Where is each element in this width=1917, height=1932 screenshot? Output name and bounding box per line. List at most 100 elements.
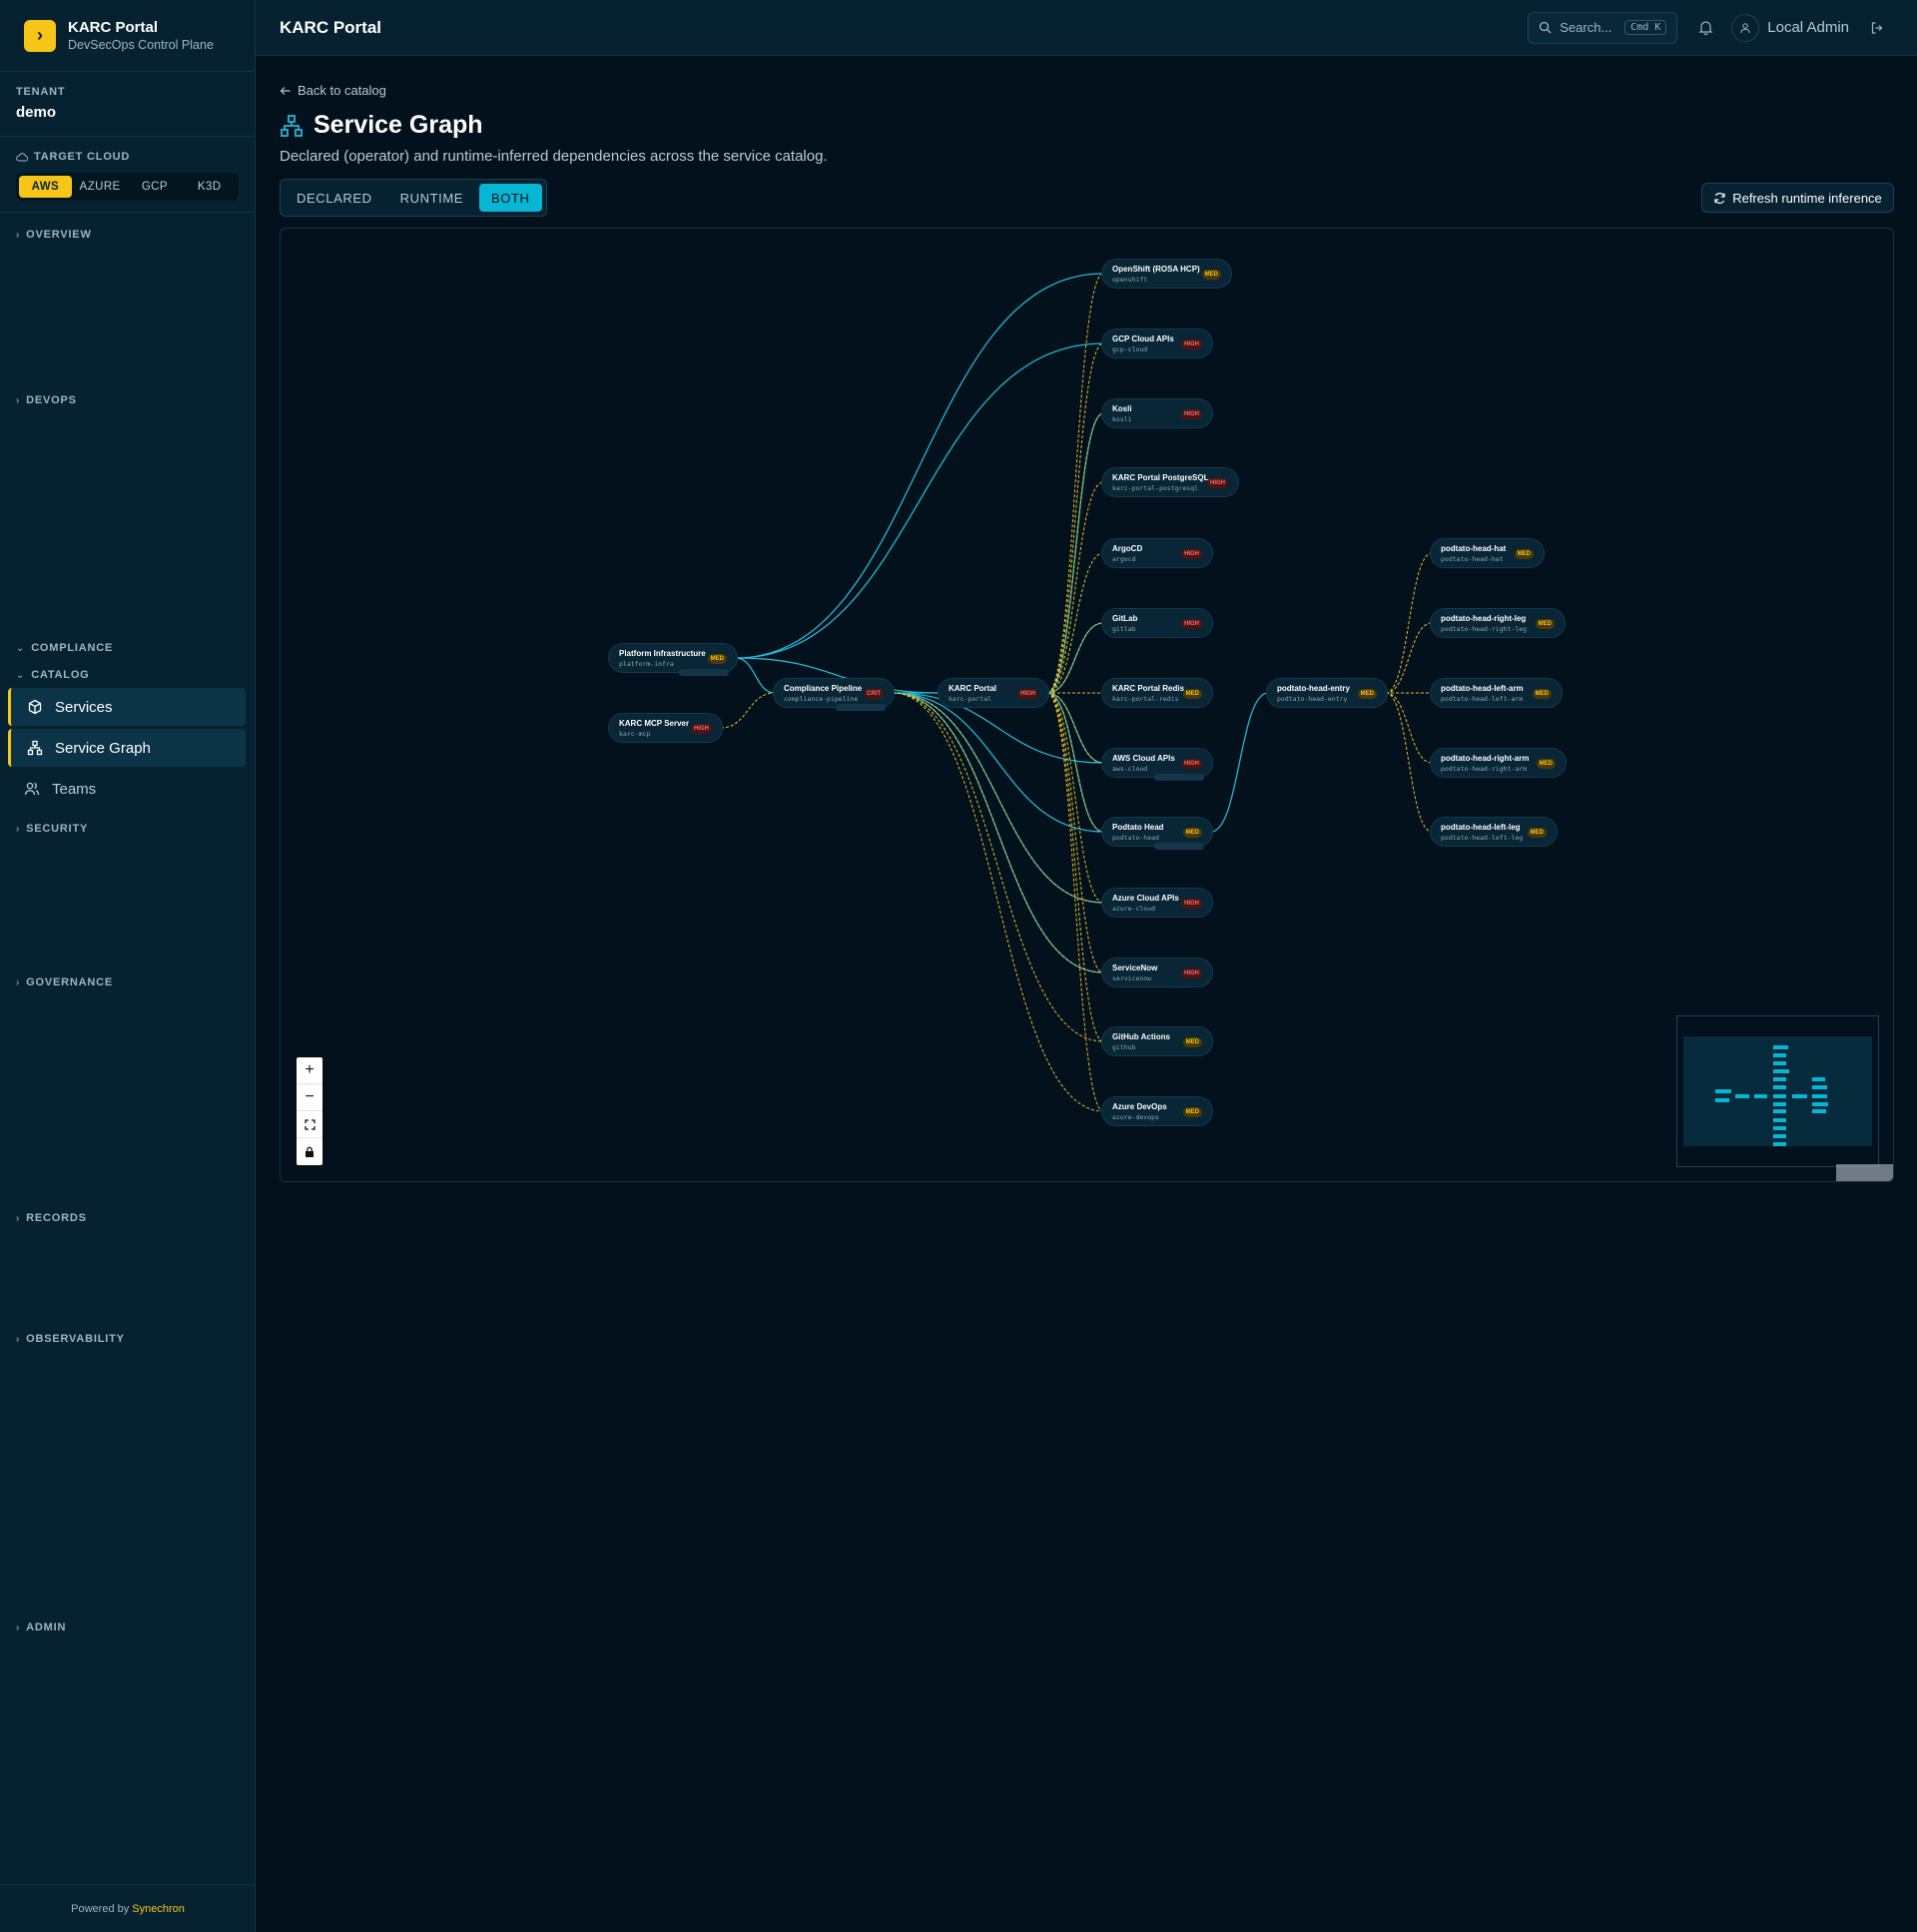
risk-badge: MED bbox=[1201, 270, 1221, 280]
graph-edge-27 bbox=[1046, 692, 1104, 904]
minimap-node bbox=[1773, 1053, 1787, 1058]
nav-section-devops[interactable]: › DEVOPS bbox=[16, 394, 77, 406]
risk-badge: MED bbox=[1182, 1037, 1202, 1047]
nav-section-observability[interactable]: › OBSERVABILITY bbox=[16, 1333, 125, 1345]
graph-node-argocd[interactable]: ArgoCD argocd HIGH bbox=[1101, 538, 1213, 568]
logout-button[interactable] bbox=[1861, 21, 1893, 35]
user-menu[interactable]: Local Admin bbox=[1731, 13, 1849, 42]
graph-edge-28 bbox=[1046, 692, 1104, 973]
cloud-option-gcp[interactable]: GCP bbox=[129, 176, 182, 198]
graph-node-karc-portal[interactable]: KARC Portal karc-portal HIGH bbox=[938, 678, 1049, 708]
graph-node-karc-portal-redis[interactable]: KARC Portal Redis karc-portal-redis MED bbox=[1101, 678, 1213, 708]
search-placeholder: Search... bbox=[1560, 20, 1612, 35]
refresh-runtime-inference-button[interactable]: Refresh runtime inference bbox=[1701, 183, 1894, 213]
minimap-node bbox=[1811, 1109, 1827, 1114]
brand[interactable]: › KARC Portal DevSecOps Control Plane bbox=[0, 0, 255, 72]
sidebar-item-label: Services bbox=[55, 698, 113, 716]
mode-both[interactable]: BOTH bbox=[479, 184, 542, 212]
nav-section-records[interactable]: › RECORDS bbox=[16, 1212, 87, 1224]
nav-section-catalog[interactable]: ⌄ CATALOG bbox=[16, 669, 90, 681]
risk-badge: MED bbox=[1535, 619, 1555, 629]
sidebar-item-teams[interactable]: Teams bbox=[8, 770, 246, 808]
zoom-in-button[interactable]: + bbox=[297, 1057, 322, 1084]
graph-edge-21 bbox=[1046, 481, 1104, 694]
powered-by: Powered by Synechron bbox=[0, 1884, 256, 1932]
graph-node-podtato-head-left-leg[interactable]: podtato-head-left-leg podtato-head-left-l… bbox=[1430, 817, 1558, 847]
graph-node-github[interactable]: GitHub Actions github MED bbox=[1101, 1026, 1213, 1056]
graph-node-podtato-head[interactable]: Podtato Head podtato-head MED bbox=[1101, 817, 1213, 850]
graph-edge-22 bbox=[1046, 552, 1104, 694]
sidebar-item-services[interactable]: Services bbox=[8, 688, 246, 726]
graph-node-podtato-head-right-leg[interactable]: podtato-head-right-leg podtato-head-right… bbox=[1430, 608, 1566, 638]
refresh-icon bbox=[1714, 192, 1725, 204]
risk-badge: MED bbox=[1182, 828, 1202, 838]
minimap-node bbox=[1753, 1093, 1767, 1098]
node-status-bar bbox=[1154, 774, 1204, 781]
graph-node-podtato-head-hat[interactable]: podtato-head-hat podtato-head-hat MED bbox=[1430, 538, 1545, 568]
graph-node-compliance-pipeline[interactable]: Compliance Pipeline compliance-pipeline CR… bbox=[773, 678, 895, 711]
minimap-node bbox=[1773, 1109, 1787, 1114]
cloud-option-azure[interactable]: AZURE bbox=[74, 176, 127, 198]
risk-badge: CRIT bbox=[864, 689, 884, 699]
user-icon bbox=[1740, 22, 1750, 33]
chevron-right-icon: › bbox=[16, 1621, 21, 1633]
minimap-node bbox=[1773, 1101, 1787, 1106]
minimap-node bbox=[1811, 1077, 1825, 1082]
lock-button[interactable] bbox=[297, 1138, 322, 1165]
graph-minimap[interactable] bbox=[1676, 1015, 1879, 1167]
minimap-node bbox=[1792, 1093, 1807, 1098]
graph-node-gcp-cloud[interactable]: GCP Cloud APIs gcp-cloud HIGH bbox=[1101, 328, 1213, 358]
mode-runtime[interactable]: RUNTIME bbox=[388, 184, 475, 212]
graph-node-servicenow[interactable]: ServiceNow servicenow HIGH bbox=[1101, 958, 1213, 987]
graph-node-openshift[interactable]: OpenShift (ROSA HCP) openshift MED bbox=[1101, 259, 1232, 289]
minimap-node bbox=[1811, 1085, 1828, 1090]
sidebar-item-label: Teams bbox=[52, 780, 97, 798]
graph-node-azure-devops[interactable]: Azure DevOps azure-devops MED bbox=[1101, 1096, 1213, 1126]
graph-edge-32 bbox=[1385, 552, 1433, 694]
risk-badge: MED bbox=[1514, 549, 1534, 559]
search-input[interactable]: Search... Cmd K bbox=[1528, 11, 1678, 44]
graph-node-karc-mcp[interactable]: KARC MCP Server karc-mcp HIGH bbox=[608, 713, 723, 743]
risk-badge: MED bbox=[1182, 689, 1202, 699]
chevron-down-icon: ⌄ bbox=[16, 669, 26, 681]
bell-icon bbox=[1698, 21, 1713, 35]
target-cloud-panel: TARGET CLOUD AWS AZURE GCP K3D bbox=[0, 137, 255, 213]
tenant-value: demo bbox=[16, 104, 57, 121]
risk-badge: HIGH bbox=[1181, 968, 1202, 978]
sidebar-item-service-graph[interactable]: Service Graph bbox=[8, 729, 246, 767]
notifications-button[interactable] bbox=[1689, 20, 1721, 35]
mode-declared[interactable]: DECLARED bbox=[285, 184, 384, 212]
nav-section-overview[interactable]: › OVERVIEW bbox=[16, 229, 92, 241]
powered-by-link[interactable]: Synechron bbox=[132, 1903, 185, 1915]
fit-view-button[interactable] bbox=[297, 1111, 322, 1138]
cloud-option-k3d[interactable]: K3D bbox=[183, 176, 236, 198]
graph-node-gitlab[interactable]: GitLab gitlab HIGH bbox=[1101, 608, 1213, 638]
nav-section-admin[interactable]: › ADMIN bbox=[16, 1621, 66, 1633]
app-title: KARC Portal bbox=[280, 17, 382, 37]
cloud-selector: AWS AZURE GCP K3D bbox=[16, 173, 239, 201]
graph-node-podtato-head-left-arm[interactable]: podtato-head-left-arm podtato-head-left-a… bbox=[1430, 678, 1563, 708]
fit-view-icon bbox=[304, 1118, 316, 1130]
graph-node-podtato-head-entry[interactable]: podtato-head-entry podtato-head-entry MED bbox=[1266, 678, 1388, 708]
graph-node-aws-cloud[interactable]: AWS Cloud APIs aws-cloud HIGH bbox=[1101, 748, 1213, 781]
graph-node-podtato-head-right-arm[interactable]: podtato-head-right-arm podtato-head-right… bbox=[1430, 748, 1567, 778]
nav-section-compliance[interactable]: ⌄ COMPLIANCE bbox=[16, 642, 113, 654]
minimap-node bbox=[1773, 1117, 1787, 1122]
graph-controls: + − bbox=[297, 1057, 322, 1165]
nav-section-security[interactable]: › SECURITY bbox=[16, 823, 88, 835]
users-icon bbox=[24, 782, 40, 796]
minimap-node bbox=[1773, 1085, 1787, 1090]
risk-badge: HIGH bbox=[1207, 478, 1228, 488]
zoom-out-button[interactable]: − bbox=[297, 1084, 322, 1111]
top-bar: KARC Portal Search... Cmd K Local Admin bbox=[256, 0, 1917, 56]
graph-node-kosli[interactable]: Kosli kosli HIGH bbox=[1101, 398, 1213, 428]
nav-section-governance[interactable]: › GOVERNANCE bbox=[16, 976, 113, 988]
minimap-node bbox=[1773, 1077, 1787, 1082]
cloud-option-aws[interactable]: AWS bbox=[19, 176, 72, 198]
service-graph-canvas[interactable]: Platform Infrastructure platform-infra MED… bbox=[280, 228, 1894, 1182]
graph-node-platform-infra[interactable]: Platform Infrastructure platform-infra MED bbox=[608, 643, 738, 676]
graph-node-azure-cloud[interactable]: Azure Cloud APIs azure-cloud HIGH bbox=[1101, 888, 1213, 918]
graph-node-karc-portal-postgresql[interactable]: KARC Portal PostgreSQL karc-portal-postgr… bbox=[1101, 467, 1239, 497]
graph-edge-20 bbox=[1046, 412, 1104, 694]
back-to-catalog-link[interactable]: Back to catalog bbox=[280, 83, 386, 98]
